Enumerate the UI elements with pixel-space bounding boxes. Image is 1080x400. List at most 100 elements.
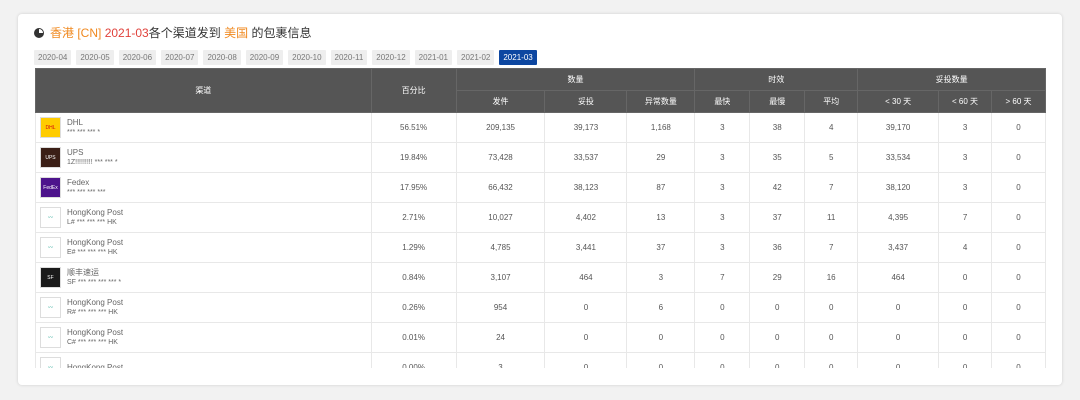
- month-tab[interactable]: 2021-02: [457, 50, 495, 65]
- sent-cell: 3: [455, 352, 546, 368]
- lt60-cell: 3: [938, 112, 993, 143]
- month-tab[interactable]: 2020-04: [34, 50, 72, 65]
- month-tab[interactable]: 2021-03: [499, 50, 537, 65]
- table-row: UPS UPS 1Z!!!!!!!!! *** *** * 19.84% 73,428 3…: [35, 142, 1046, 173]
- percent-cell: 0.01%: [370, 322, 457, 353]
- channel-cell: FedEx Fedex *** *** *** ***: [35, 172, 372, 203]
- gt60-cell: 0: [991, 232, 1046, 263]
- fastest-cell: 3: [694, 112, 751, 143]
- table-row: 〰 HongKong Post L# *** *** *** HK 2.71% 10,0…: [35, 202, 1046, 233]
- hkpost-logo-icon: 〰: [40, 327, 61, 348]
- month-tab[interactable]: 2021-01: [414, 50, 452, 65]
- channel-cell: 〰 HongKong Post L# *** *** *** HK: [35, 202, 372, 233]
- percent-cell: 19.84%: [370, 142, 457, 173]
- month-label: 2021-03: [104, 26, 149, 40]
- header-fastest: 最快: [694, 90, 751, 113]
- lt60-cell: 3: [938, 142, 993, 173]
- header-delivered: 妥投: [544, 90, 628, 113]
- gt60-cell: 0: [991, 172, 1046, 203]
- lt30-cell: 33,534: [857, 142, 940, 173]
- fastest-cell: 3: [694, 172, 751, 203]
- destination-label: 美国: [224, 26, 249, 40]
- table-row: 〰 HongKong Post 0.00% 3 0 0 0 0 0 0 0 0: [35, 352, 1046, 368]
- table-row: FedEx Fedex *** *** *** *** 17.95% 66,432 38,…: [35, 172, 1046, 203]
- month-selector: 2020-04 2020-05 2020-06 2020-07 2020-08 2020-…: [34, 50, 537, 65]
- sent-cell: 4,785: [455, 232, 546, 263]
- abnormal-cell: 0: [626, 352, 696, 368]
- month-tab[interactable]: 2020-05: [76, 50, 114, 65]
- lt30-cell: 0: [857, 352, 940, 368]
- slowest-cell: 42: [749, 172, 806, 203]
- lt30-cell: 3,437: [857, 232, 940, 263]
- title-middle: 各个渠道发到: [148, 26, 221, 40]
- tracking-format: SF *** *** *** *** *: [67, 278, 122, 286]
- table-scroll-container[interactable]: 渠道 百分比 数量 时效 妥投数量 发件 妥投 异常数量 最快 最慢 平均 < …: [35, 68, 1046, 368]
- month-tab[interactable]: 2020-09: [245, 50, 284, 65]
- gt60-cell: 0: [991, 112, 1046, 143]
- abnormal-cell: 87: [626, 172, 696, 203]
- sent-cell: 3,107: [455, 262, 546, 293]
- channel-cell: 〰 HongKong Post E# *** *** *** HK: [35, 232, 372, 263]
- average-cell: 0: [804, 352, 859, 368]
- tracking-format: R# *** *** *** HK: [67, 308, 118, 316]
- delivered-cell: 33,537: [544, 142, 628, 173]
- abnormal-cell: 29: [626, 142, 696, 173]
- gt60-cell: 0: [991, 292, 1046, 323]
- percent-cell: 56.51%: [370, 112, 457, 143]
- delivered-cell: 38,123: [544, 172, 628, 203]
- average-cell: 0: [804, 292, 859, 323]
- delivered-cell: 0: [544, 322, 628, 353]
- lt30-cell: 38,120: [857, 172, 940, 203]
- average-cell: 11: [804, 202, 859, 233]
- month-tab[interactable]: 2020-12: [372, 50, 410, 65]
- slowest-cell: 38: [749, 112, 806, 143]
- channel-name: UPS: [67, 147, 84, 157]
- average-cell: 5: [804, 142, 859, 173]
- average-cell: 16: [804, 262, 859, 293]
- delivered-cell: 0: [544, 292, 628, 323]
- table-row: 〰 HongKong Post R# *** *** *** HK 0.26% 954 0…: [35, 292, 1046, 323]
- header-delivered-qty: 妥投数量: [857, 68, 1046, 91]
- hkpost-logo-icon: 〰: [40, 297, 61, 318]
- abnormal-cell: 1,168: [626, 112, 696, 143]
- gt60-cell: 0: [991, 352, 1046, 368]
- channel-cell: DHL DHL *** *** *** *: [35, 112, 372, 143]
- sent-cell: 10,027: [455, 202, 546, 233]
- tracking-format: 1Z!!!!!!!!! *** *** *: [67, 158, 118, 166]
- abnormal-cell: 3: [626, 262, 696, 293]
- percent-cell: 1.29%: [370, 232, 457, 263]
- lt60-cell: 0: [938, 352, 993, 368]
- delivered-cell: 464: [544, 262, 628, 293]
- month-tab[interactable]: 2020-11: [330, 50, 368, 65]
- hkpost-logo-icon: 〰: [40, 357, 61, 368]
- channel-cell: 〰 HongKong Post: [35, 352, 372, 368]
- fedex-logo-icon: FedEx: [40, 177, 61, 198]
- lt60-cell: 7: [938, 202, 993, 233]
- sent-cell: 209,135: [455, 112, 546, 143]
- tracking-format: *** *** *** ***: [67, 188, 106, 196]
- title-suffix: 的包裹信息: [251, 26, 312, 40]
- channel-cell: UPS UPS 1Z!!!!!!!!! *** *** *: [35, 142, 372, 173]
- month-tab[interactable]: 2020-07: [161, 50, 199, 65]
- month-tab[interactable]: 2020-06: [118, 50, 157, 65]
- month-tab[interactable]: 2020-10: [288, 50, 326, 65]
- table-row: SF 顺丰速运 SF *** *** *** *** * 0.84% 3,107 464 3…: [35, 262, 1046, 293]
- header-average: 平均: [804, 90, 859, 113]
- delivered-cell: 0: [544, 352, 628, 368]
- fastest-cell: 7: [694, 262, 751, 293]
- average-cell: 0: [804, 322, 859, 353]
- slowest-cell: 35: [749, 142, 806, 173]
- percent-cell: 17.95%: [370, 172, 457, 203]
- channel-cell: SF 顺丰速运 SF *** *** *** *** *: [35, 262, 372, 293]
- percent-cell: 0.26%: [370, 292, 457, 323]
- month-tab[interactable]: 2020-08: [203, 50, 241, 65]
- sent-cell: 73,428: [455, 142, 546, 173]
- gt60-cell: 0: [991, 142, 1046, 173]
- dhl-logo-icon: DHL: [40, 117, 61, 138]
- average-cell: 4: [804, 112, 859, 143]
- lt60-cell: 0: [938, 322, 993, 353]
- channel-name: 顺丰速运: [67, 267, 99, 277]
- tracking-format: *** *** *** *: [67, 128, 101, 136]
- delivered-cell: 4,402: [544, 202, 628, 233]
- slowest-cell: 37: [749, 202, 806, 233]
